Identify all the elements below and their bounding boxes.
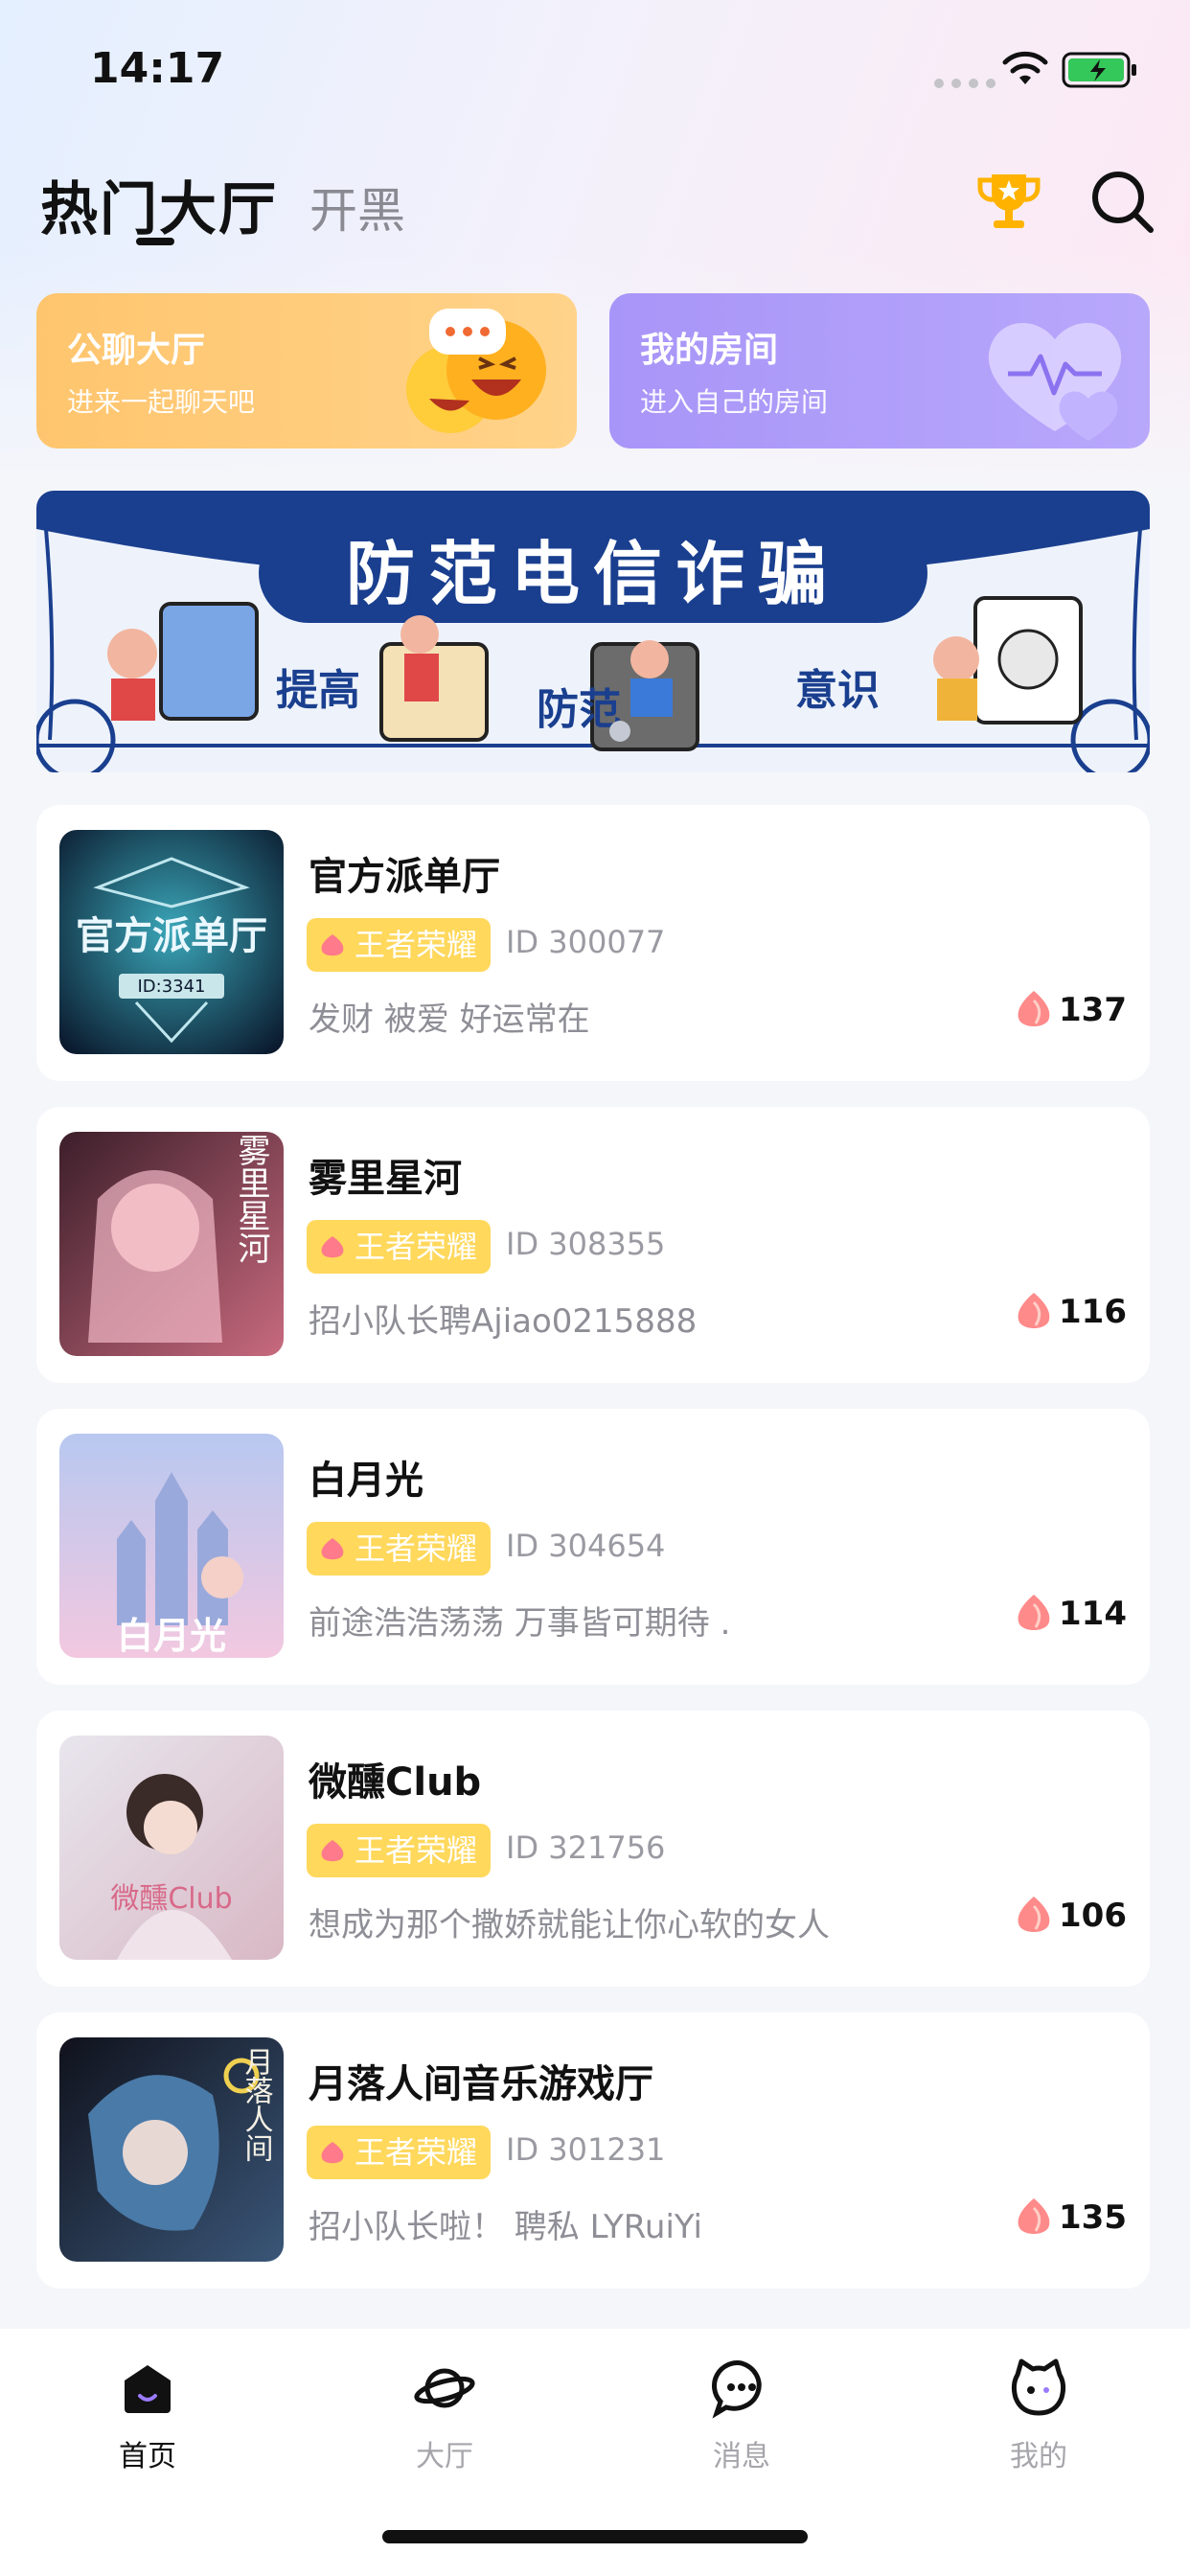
nav-label: 消息 [713,2440,770,2473]
peach-icon [321,2142,344,2164]
cover-id: ID:3341 [137,977,205,997]
nav-hall[interactable]: 大厅 [368,2358,521,2474]
room-heat-count: 106 [1059,1897,1127,1935]
wifi-icon [1002,51,1048,84]
nav-label: 我的 [1010,2440,1067,2473]
home-icon [125,2365,171,2413]
room-card[interactable]: 月落人间 月落人间音乐游戏厅 王者荣耀 ID 301231 招小队长啦！ 聘私 … [36,2012,1150,2288]
tab-kaihei[interactable]: 开黑 [309,172,405,242]
game-tag-label: 王者荣耀 [355,2134,478,2171]
room-card[interactable]: 官方派单厅 ID:3341 官方派单厅 王者荣耀 ID 300077 发财 被爱… [36,805,1150,1081]
card-title: 我的房间 [640,331,779,370]
room-description: 发财 被爱 好运常在 [309,1000,590,1039]
nav-mine[interactable]: 我的 [962,2358,1115,2474]
room-name: 官方派单厅 [309,855,500,899]
room-heat-count: 116 [1059,1293,1127,1331]
cover-text: 月落人间 [240,2047,274,2162]
room-name: 白月光 [309,1459,423,1503]
card-subtitle: 进入自己的房间 [640,386,829,418]
signal-icon [934,79,995,88]
trophy-icon[interactable] [973,165,1045,238]
room-cover: 官方派单厅 ID:3341 [59,830,284,1054]
room-id: ID 321756 [506,1829,666,1866]
room-cover: 月落人间 [59,2037,284,2262]
cat-face-icon [1011,2358,1066,2416]
room-card[interactable]: 雾里星河 雾里星河 王者荣耀 ID 308355 招小队长聘Ajiao02158… [36,1107,1150,1383]
anti-fraud-banner[interactable]: 防范电信诈骗 提高 防范 意识 [36,491,1150,772]
home-indicator [382,2530,808,2543]
room-heat-count: 135 [1059,2198,1127,2237]
peach-icon [321,1538,344,1560]
room-name: 雾里星河 [309,1157,462,1201]
status-bar: 14:17 [0,0,1190,134]
banner-word: 提高 [276,666,360,715]
banner-word: 防范 [537,685,621,734]
room-description: 想成为那个撒娇就能让你心软的女人 [309,1906,830,1944]
tab-active-indicator [136,238,174,245]
public-hall-card[interactable]: 公聊大厅 进来一起聊天吧 [36,293,577,448]
game-tag-label: 王者荣耀 [355,1229,478,1265]
room-card[interactable]: 微醺Club 微醺Club 王者荣耀 ID 321756 想成为那个撒娇就能让你… [36,1711,1150,1987]
room-description: 前途浩浩荡荡 万事皆可期待 . [309,1604,731,1643]
cover-text: 官方派单厅 [76,914,267,958]
search-icon[interactable] [1086,165,1158,238]
peach-icon [1018,2198,1050,2234]
status-time: 14:17 [90,44,225,93]
room-description: 招小队长聘Ajiao0215888 [309,1302,698,1341]
tab-hot-hall[interactable]: 热门大厅 [40,163,278,246]
peach-icon [1018,991,1050,1026]
cover-text: 雾里星河 [232,1134,270,1264]
header: 热门大厅 开黑 [0,153,1190,259]
heart-icon [988,322,1122,441]
room-name: 月落人间音乐游戏厅 [309,2062,653,2106]
room-name: 微醺Club [309,1760,482,1805]
nav-messages[interactable]: 消息 [665,2358,818,2474]
game-tag: 王者荣耀 [307,2126,492,2179]
game-tag: 王者荣耀 [307,1522,492,1576]
room-heat-count: 114 [1059,1595,1127,1633]
peach-icon [321,1236,344,1258]
room-heat: 135 [1015,2195,1127,2241]
battery-icon [1062,52,1136,88]
peach-icon [321,1840,344,1862]
peach-icon [321,934,344,956]
room-id: ID 304654 [506,1528,666,1564]
nav-label: 大厅 [416,2440,473,2473]
room-heat-count: 137 [1059,991,1127,1029]
card-subtitle: 进来一起聊天吧 [67,386,256,418]
cover-text: 微醺Club [110,1882,232,1916]
room-card[interactable]: 白月光 白月光 王者荣耀 ID 304654 前途浩浩荡荡 万事皆可期待 . 1… [36,1409,1150,1685]
room-heat: 116 [1015,1289,1127,1335]
banner-title: 防范电信诈骗 [345,533,840,614]
room-heat: 137 [1015,987,1127,1033]
room-heat: 114 [1015,1591,1127,1637]
room-id: ID 300077 [506,924,666,960]
banner-word: 意识 [795,666,880,715]
room-cover: 微醺Club [59,1736,284,1960]
room-cover: 白月光 [59,1434,284,1658]
peach-icon [1018,1293,1050,1328]
game-tag-label: 王者荣耀 [355,927,478,963]
game-tag: 王者荣耀 [307,1824,492,1877]
laughing-emoji-icon [406,309,546,433]
room-cover: 雾里星河 [59,1132,284,1356]
game-tag: 王者荣耀 [307,1220,492,1274]
room-id: ID 301231 [506,2131,666,2168]
game-tag-label: 王者荣耀 [355,1530,478,1567]
chat-icon [712,2360,762,2419]
banner-page-indicator [609,721,630,742]
peach-icon [1018,1897,1050,1932]
cover-text: 白月光 [117,1615,226,1657]
peach-icon [1018,1595,1050,1630]
planet-icon [414,2368,475,2408]
room-id: ID 308355 [506,1226,666,1262]
room-description: 招小队长啦！ 聘私 LYRuiYi [309,2208,702,2246]
nav-home[interactable]: 首页 [71,2358,224,2474]
my-room-card[interactable]: 我的房间 进入自己的房间 [609,293,1150,448]
game-tag-label: 王者荣耀 [355,1832,478,1869]
game-tag: 王者荣耀 [307,918,492,972]
room-heat: 106 [1015,1893,1127,1939]
nav-label: 首页 [119,2440,176,2473]
card-title: 公聊大厅 [67,331,206,370]
